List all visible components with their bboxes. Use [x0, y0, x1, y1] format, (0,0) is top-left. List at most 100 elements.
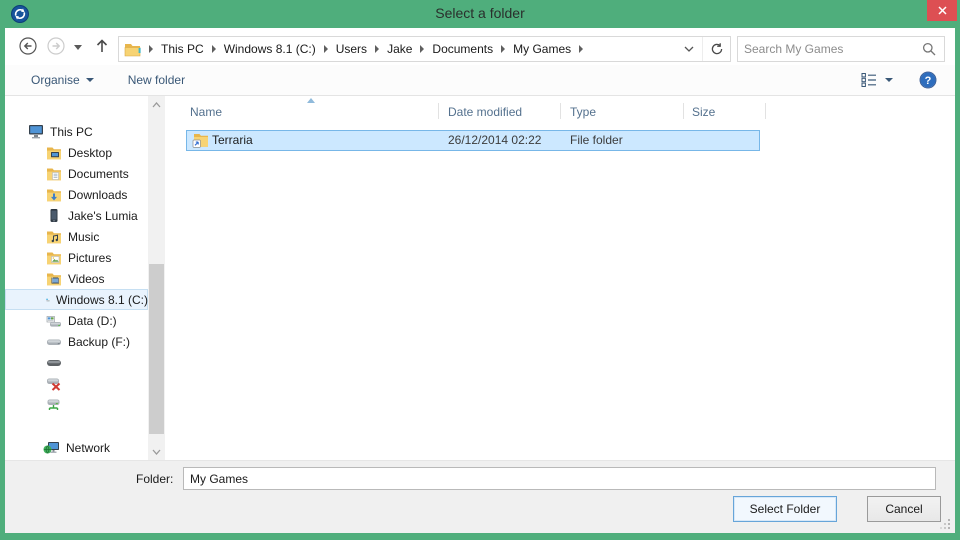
browser-body: This PC Desktop Documents Downloads Jake…	[5, 96, 955, 460]
drive-data-icon	[46, 315, 61, 327]
column-header-type[interactable]: Type	[566, 101, 683, 122]
breadcrumb-separator-icon	[375, 45, 380, 53]
phone-icon	[50, 209, 58, 222]
view-caret-icon	[885, 78, 893, 82]
computer-icon	[29, 125, 43, 139]
sidebar-scrollbar[interactable]	[148, 96, 165, 460]
column-header-date-modified[interactable]: Date modified	[444, 101, 566, 122]
recent-locations-caret-icon[interactable]	[74, 45, 82, 50]
scroll-up-icon[interactable]	[148, 96, 165, 113]
forward-icon	[47, 37, 65, 55]
select-folder-button[interactable]: Select Folder	[733, 496, 837, 522]
column-header-name[interactable]: Name	[186, 101, 438, 122]
breadcrumb-windows-c[interactable]: Windows 8.1 (C:)	[223, 38, 317, 60]
column-divider[interactable]	[438, 103, 439, 119]
drive-disconnected-icon	[47, 378, 61, 391]
scroll-down-icon[interactable]	[148, 443, 165, 460]
dialog-footer: Folder: Select Folder Cancel	[5, 460, 955, 533]
file-name: Terraria	[212, 133, 253, 147]
sidebar-item-this-pc[interactable]: This PC	[5, 121, 148, 142]
breadcrumb-jake[interactable]: Jake	[386, 38, 413, 60]
sidebar-item-jakes-lumia[interactable]: Jake's Lumia	[5, 205, 148, 226]
new-folder-label: New folder	[127, 73, 186, 87]
up-arrow-icon	[96, 39, 108, 52]
sidebar-item-label: Downloads	[68, 187, 128, 202]
file-list: Name Date modified Type Size Terraria 26…	[165, 96, 955, 460]
drive-network-icon	[47, 399, 60, 410]
sidebar-item-label: This PC	[50, 124, 93, 139]
sidebar-item-windows-c[interactable]: Windows 8.1 (C:)	[5, 289, 148, 310]
forward-button[interactable]	[47, 37, 65, 55]
resize-grip[interactable]	[939, 518, 951, 530]
address-bar[interactable]: This PC Windows 8.1 (C:) Users Jake Docu…	[118, 36, 731, 62]
dialog-client-area: This PC Windows 8.1 (C:) Users Jake Docu…	[5, 28, 955, 533]
column-divider[interactable]	[765, 103, 766, 119]
column-divider[interactable]	[683, 103, 684, 119]
cancel-button[interactable]: Cancel	[867, 496, 941, 522]
folder-downloads-icon	[47, 189, 61, 201]
drive-plain-icon	[47, 359, 61, 366]
folder-shortcut-icon	[192, 132, 209, 148]
sidebar-item-label: Network	[66, 440, 111, 455]
select-folder-dialog: Select a folder This PC Windows 8.1 (C:)…	[0, 0, 960, 540]
sidebar-item-desktop[interactable]: Desktop	[5, 142, 148, 163]
folder-name-input[interactable]	[183, 467, 936, 490]
title-bar: Select a folder	[0, 0, 960, 28]
breadcrumb-separator-icon	[149, 45, 153, 53]
search-box	[737, 36, 945, 62]
sidebar-item-documents[interactable]: Documents	[5, 163, 148, 184]
sidebar-item-label: Desktop	[68, 145, 113, 160]
search-icon[interactable]	[922, 42, 936, 56]
breadcrumb-this-pc[interactable]: This PC	[160, 38, 205, 60]
organise-caret-icon	[85, 78, 94, 82]
sidebar-item-label: Pictures	[68, 250, 112, 265]
file-row-terraria[interactable]: Terraria 26/12/2014 02:22 File folder	[186, 130, 760, 151]
search-input[interactable]	[738, 42, 922, 56]
details-view-icon	[861, 73, 876, 88]
breadcrumb-separator-icon	[420, 45, 425, 53]
sidebar-item-disconnected-drive[interactable]	[5, 373, 148, 394]
sidebar-item-network[interactable]: Network	[5, 437, 148, 458]
refresh-icon	[711, 43, 722, 55]
new-folder-button[interactable]: New folder	[122, 69, 191, 91]
help-icon: ?	[919, 71, 937, 89]
sidebar-item-data-d[interactable]: Data (D:)	[5, 310, 148, 331]
sidebar-item-videos[interactable]: Videos	[5, 268, 148, 289]
address-dropdown-button[interactable]	[676, 37, 702, 61]
refresh-button[interactable]	[702, 37, 730, 61]
network-icon	[43, 441, 59, 453]
change-view-button[interactable]	[861, 72, 893, 88]
sidebar-item-label: Jake's Lumia	[68, 208, 138, 223]
column-header-size[interactable]: Size	[688, 101, 765, 122]
sidebar-item-label: Data (D:)	[68, 313, 117, 328]
sidebar-item-drive[interactable]	[5, 352, 148, 373]
scrollbar-thumb[interactable]	[149, 264, 164, 434]
sidebar-item-label: Videos	[68, 271, 105, 286]
sidebar-item-label: Music	[68, 229, 100, 244]
chevron-down-icon	[684, 46, 694, 52]
organise-button[interactable]: Organise	[25, 69, 100, 91]
address-folder-icon	[124, 42, 142, 57]
breadcrumb-documents[interactable]: Documents	[431, 38, 494, 60]
breadcrumb-separator-icon	[323, 45, 328, 53]
back-button[interactable]	[19, 37, 37, 55]
sidebar-item-backup-f[interactable]: Backup (F:)	[5, 331, 148, 352]
organise-label: Organise	[31, 73, 80, 87]
breadcrumb-separator-icon	[501, 45, 506, 53]
sidebar-item-downloads[interactable]: Downloads	[5, 184, 148, 205]
folder-music-icon	[47, 231, 61, 243]
close-button[interactable]	[927, 0, 957, 21]
folder-label: Folder:	[136, 472, 174, 486]
sidebar-item-label: Backup (F:)	[68, 334, 131, 349]
command-toolbar: Organise New folder ?	[5, 65, 955, 96]
drive-windows-icon	[46, 298, 50, 301]
breadcrumb-users[interactable]: Users	[335, 38, 368, 60]
help-button[interactable]: ?	[919, 71, 937, 89]
sidebar-item-network-drive[interactable]	[5, 394, 148, 415]
sidebar-item-pictures[interactable]: Pictures	[5, 247, 148, 268]
sidebar-item-music[interactable]: Music	[5, 226, 148, 247]
breadcrumb-my-games[interactable]: My Games	[512, 38, 572, 60]
up-button[interactable]	[93, 37, 111, 55]
column-divider[interactable]	[560, 103, 561, 119]
file-date-modified: 26/12/2014 02:22	[448, 133, 542, 147]
